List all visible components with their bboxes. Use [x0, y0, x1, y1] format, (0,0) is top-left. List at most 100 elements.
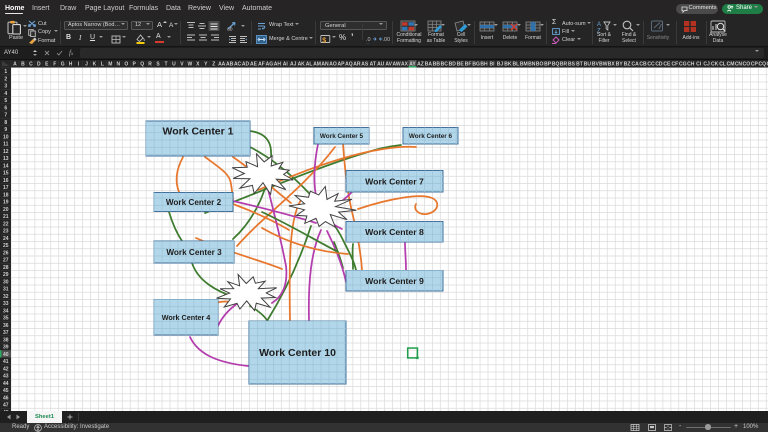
svg-text:AU: AU — [377, 61, 385, 67]
svg-text:40: 40 — [3, 352, 9, 358]
svg-text:BC: BC — [441, 61, 449, 67]
svg-text:BL: BL — [512, 61, 519, 67]
svg-text:Work Center 4: Work Center 4 — [162, 313, 211, 322]
svg-text:AN: AN — [321, 61, 329, 67]
svg-text:CG: CG — [679, 61, 687, 67]
svg-text:AM: AM — [313, 61, 321, 67]
svg-text:26: 26 — [3, 250, 9, 256]
svg-text:22: 22 — [3, 221, 9, 227]
svg-text:BG: BG — [472, 61, 480, 67]
svg-text:AH: AH — [274, 61, 282, 67]
svg-text:J: J — [85, 61, 88, 67]
svg-text:3: 3 — [4, 84, 7, 90]
svg-text:18: 18 — [3, 192, 9, 198]
svg-text:7: 7 — [4, 113, 7, 119]
svg-text:CE: CE — [663, 61, 671, 67]
svg-text:35: 35 — [3, 316, 9, 322]
svg-text:41: 41 — [3, 359, 9, 365]
svg-text:34: 34 — [3, 308, 9, 314]
svg-text:6: 6 — [4, 105, 7, 111]
svg-text:12: 12 — [3, 149, 9, 155]
svg-text:M: M — [108, 61, 112, 67]
svg-text:CC: CC — [647, 61, 655, 67]
svg-text:13: 13 — [3, 156, 9, 162]
svg-text:23: 23 — [3, 229, 9, 235]
svg-text:30: 30 — [3, 279, 9, 285]
svg-text:AE: AE — [250, 61, 258, 67]
svg-text:47: 47 — [3, 403, 9, 409]
svg-text:BK: BK — [504, 61, 512, 67]
svg-text:14: 14 — [3, 163, 9, 169]
svg-text:AF: AF — [258, 61, 265, 67]
svg-text:N: N — [117, 61, 121, 67]
svg-text:11: 11 — [3, 142, 9, 148]
svg-text:CO: CO — [743, 61, 751, 67]
svg-text:20: 20 — [3, 207, 9, 213]
svg-text:CA: CA — [631, 61, 639, 67]
svg-text:10: 10 — [3, 134, 9, 140]
svg-text:CN: CN — [735, 61, 743, 67]
svg-text:CL: CL — [719, 61, 726, 67]
svg-text:Work Center 8: Work Center 8 — [365, 227, 424, 237]
svg-text:AV: AV — [385, 61, 392, 67]
svg-text:CI: CI — [696, 61, 702, 67]
svg-text:K: K — [93, 61, 97, 67]
svg-text:BQ: BQ — [552, 61, 560, 67]
svg-text:CM: CM — [727, 61, 735, 67]
svg-text:Work Center 6: Work Center 6 — [409, 133, 453, 140]
svg-text:25: 25 — [3, 243, 9, 249]
svg-text:CB: CB — [639, 61, 647, 67]
svg-text:36: 36 — [3, 323, 9, 329]
svg-text:F: F — [53, 61, 56, 67]
svg-text:43: 43 — [3, 374, 9, 380]
svg-text:BY: BY — [616, 61, 624, 67]
svg-text:AQ: AQ — [345, 61, 353, 67]
svg-text:AA: AA — [218, 61, 226, 67]
svg-text:17: 17 — [3, 185, 9, 191]
svg-text:29: 29 — [3, 272, 9, 278]
svg-text:31: 31 — [3, 287, 9, 293]
svg-text:27: 27 — [3, 258, 9, 264]
svg-text:C: C — [29, 61, 33, 67]
svg-text:CF: CF — [671, 61, 678, 67]
svg-text:AP: AP — [337, 61, 345, 67]
svg-text:G: G — [61, 61, 65, 67]
svg-text:.00: .00 — [383, 37, 391, 43]
svg-text:28: 28 — [3, 265, 9, 271]
svg-text:L: L — [101, 61, 104, 67]
svg-text:BZ: BZ — [624, 61, 631, 67]
svg-text:A: A — [597, 22, 601, 28]
svg-text:Work Center 9: Work Center 9 — [365, 276, 424, 286]
svg-text:BB: BB — [433, 61, 441, 67]
svg-text:R: R — [148, 61, 152, 67]
svg-text:CJ: CJ — [703, 61, 710, 67]
svg-text:BW: BW — [599, 61, 608, 67]
svg-text:AX: AX — [401, 61, 409, 67]
svg-text:BT: BT — [576, 61, 583, 67]
svg-text:BI: BI — [489, 61, 495, 67]
svg-text:39: 39 — [3, 345, 9, 351]
svg-text:AY: AY — [409, 61, 416, 67]
svg-text:BE: BE — [457, 61, 465, 67]
svg-text:CH: CH — [687, 61, 695, 67]
svg-text:AG: AG — [266, 61, 274, 67]
svg-text:Work Center 1: Work Center 1 — [163, 126, 234, 138]
svg-text:AJ: AJ — [290, 61, 297, 67]
svg-text:CQ: CQ — [759, 61, 767, 67]
svg-text:BN: BN — [528, 61, 536, 67]
svg-text:45: 45 — [3, 388, 9, 394]
svg-text:→: → — [366, 41, 370, 44]
svg-text:33: 33 — [3, 301, 9, 307]
svg-text:O: O — [124, 61, 128, 67]
svg-text:D: D — [37, 61, 41, 67]
svg-text:BR: BR — [560, 61, 568, 67]
svg-text:1: 1 — [4, 69, 7, 75]
svg-text:AS: AS — [361, 61, 369, 67]
svg-text:AD: AD — [242, 61, 250, 67]
svg-text:CP: CP — [751, 61, 759, 67]
svg-text:AR: AR — [353, 61, 361, 67]
svg-text:ab: ab — [227, 27, 233, 33]
svg-text:B: B — [21, 61, 25, 67]
svg-text:BF: BF — [465, 61, 472, 67]
svg-text:$: $ — [322, 38, 326, 44]
